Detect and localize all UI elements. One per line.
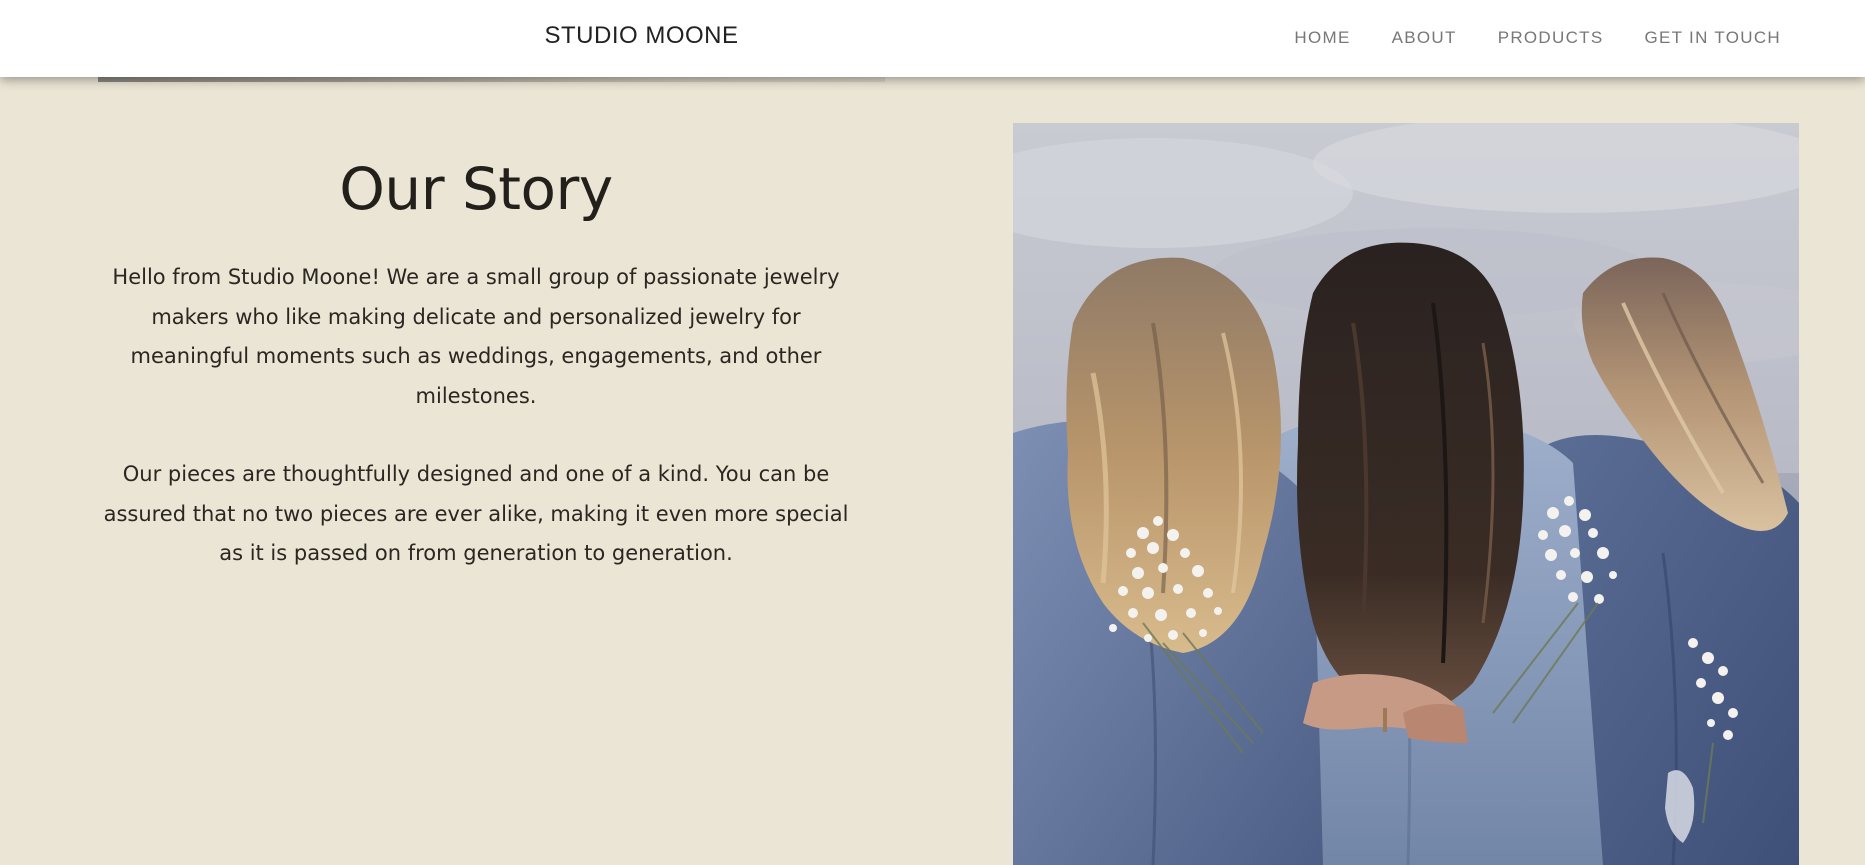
brand-logo-link[interactable]: STUDIO MOONE <box>0 22 1283 50</box>
story-paragraph-pieces: Our pieces are thoughtfully designed and… <box>103 462 849 565</box>
our-story-section: Our Story Hello from Studio Moone! We ar… <box>98 150 854 574</box>
site-header: STUDIO MOONE HOME ABOUT PRODUCTS GET IN … <box>0 0 1865 77</box>
story-paragraph-intro: Hello from Studio Moone! We are a small … <box>112 265 840 408</box>
nav-link-about[interactable]: ABOUT <box>1392 28 1457 48</box>
nav-link-get-in-touch[interactable]: GET IN TOUCH <box>1644 28 1781 48</box>
image-strip-edge <box>98 77 885 82</box>
nav-link-home[interactable]: HOME <box>1294 28 1350 48</box>
nav-link-products[interactable]: PRODUCTS <box>1498 28 1604 48</box>
photo-illustration <box>1013 123 1799 865</box>
friends-with-flowers-photo <box>1013 123 1799 865</box>
main-nav: HOME ABOUT PRODUCTS GET IN TOUCH <box>1253 28 1781 48</box>
story-title: Our Story <box>339 155 613 223</box>
